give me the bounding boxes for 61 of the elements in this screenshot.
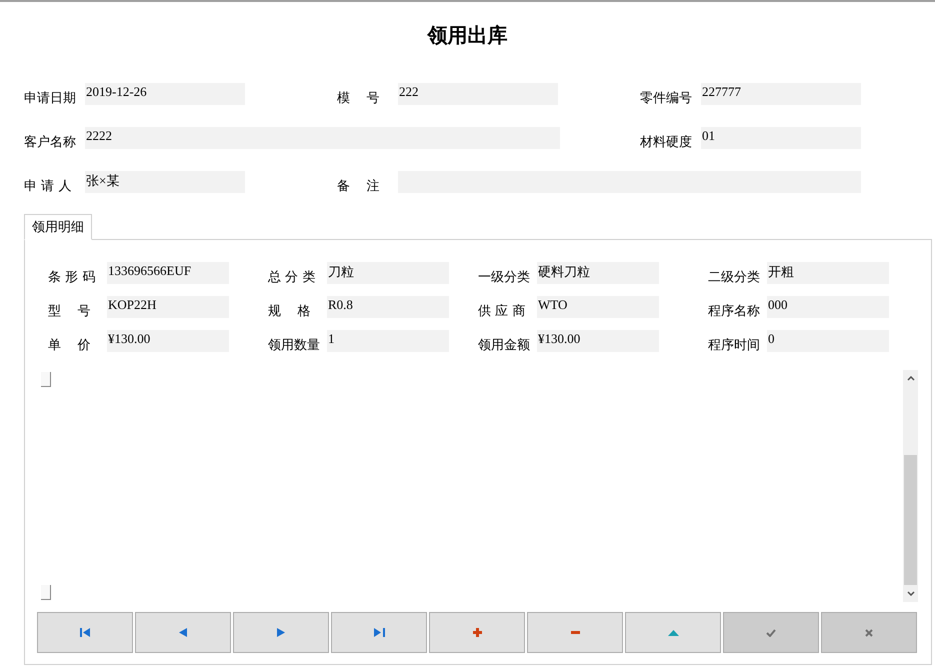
row-marker-icon bbox=[41, 372, 51, 387]
text-field[interactable]: 开粗 bbox=[767, 262, 889, 284]
field-label: 客户名称 bbox=[24, 134, 77, 151]
text-field[interactable]: ¥130.00 bbox=[107, 330, 229, 352]
text-field[interactable]: 0 bbox=[767, 330, 889, 352]
field-label: 型 号 bbox=[48, 303, 92, 320]
field-label: 申 请 人 bbox=[24, 178, 72, 195]
text-field[interactable]: 222 bbox=[398, 83, 558, 105]
field-label: 领用金额 bbox=[478, 337, 531, 354]
field-label: 总 分 类 bbox=[268, 269, 316, 286]
text-field[interactable]: 2019-12-26 bbox=[85, 83, 245, 105]
navigator-button[interactable] bbox=[625, 612, 721, 653]
last-record-icon bbox=[374, 628, 384, 637]
close-icon bbox=[865, 628, 873, 636]
text-field[interactable]: 000 bbox=[767, 296, 889, 318]
field-label: 零件编号 bbox=[640, 90, 693, 107]
text-field[interactable]: 硬料刀粒 bbox=[537, 262, 659, 284]
navigator-button[interactable] bbox=[331, 612, 427, 653]
text-field[interactable]: WTO bbox=[537, 296, 659, 318]
text-field[interactable]: 刀粒 bbox=[327, 262, 449, 284]
field-label: 模 号 bbox=[337, 90, 381, 107]
navigator-button[interactable] bbox=[527, 612, 623, 653]
form-title: 领用出库 bbox=[428, 22, 508, 49]
text-field[interactable]: 227777 bbox=[701, 83, 861, 105]
field-label: 申请日期 bbox=[24, 90, 77, 107]
field-label: 二级分类 bbox=[708, 269, 761, 286]
first-record-icon bbox=[80, 628, 90, 637]
text-field[interactable]: ¥130.00 bbox=[537, 330, 659, 352]
text-field[interactable]: KOP22H bbox=[107, 296, 229, 318]
minus-icon bbox=[570, 631, 580, 634]
up-chevron-icon bbox=[906, 376, 914, 381]
navigator-button[interactable] bbox=[37, 612, 133, 653]
navigator-button[interactable] bbox=[135, 612, 231, 653]
field-label: 单 价 bbox=[48, 337, 92, 354]
field-label: 材料硬度 bbox=[640, 134, 693, 151]
text-field[interactable]: 张×某 bbox=[85, 171, 245, 193]
field-label: 程序名称 bbox=[708, 303, 761, 320]
field-label: 领用数量 bbox=[268, 337, 321, 354]
field-label: 备 注 bbox=[337, 178, 381, 195]
tab[interactable]: 领用明细 bbox=[24, 214, 92, 240]
next-icon bbox=[277, 628, 285, 637]
field-label: 规 格 bbox=[268, 303, 312, 320]
field-label: 条 形 码 bbox=[48, 269, 96, 286]
text-field[interactable]: 01 bbox=[701, 127, 861, 149]
text-field[interactable]: 2222 bbox=[85, 127, 560, 149]
scrollbar[interactable] bbox=[903, 370, 918, 602]
down-chevron-icon bbox=[906, 591, 914, 596]
navigator-button[interactable] bbox=[233, 612, 329, 653]
plus-icon bbox=[472, 628, 482, 637]
text-field[interactable]: R0.8 bbox=[327, 296, 449, 318]
check-icon bbox=[766, 628, 776, 636]
up-triangle-icon bbox=[668, 630, 678, 636]
text-field[interactable]: 133696566EUF bbox=[107, 262, 229, 284]
text-field[interactable]: 1 bbox=[327, 330, 449, 352]
scroll-thumb[interactable] bbox=[904, 455, 917, 585]
field-label: 程序时间 bbox=[708, 337, 761, 354]
field-label: 供 应 商 bbox=[478, 303, 526, 320]
row-marker-icon bbox=[41, 585, 51, 600]
previous-icon bbox=[179, 628, 187, 637]
field-label: 一级分类 bbox=[478, 269, 531, 286]
navigator-button[interactable] bbox=[429, 612, 525, 653]
